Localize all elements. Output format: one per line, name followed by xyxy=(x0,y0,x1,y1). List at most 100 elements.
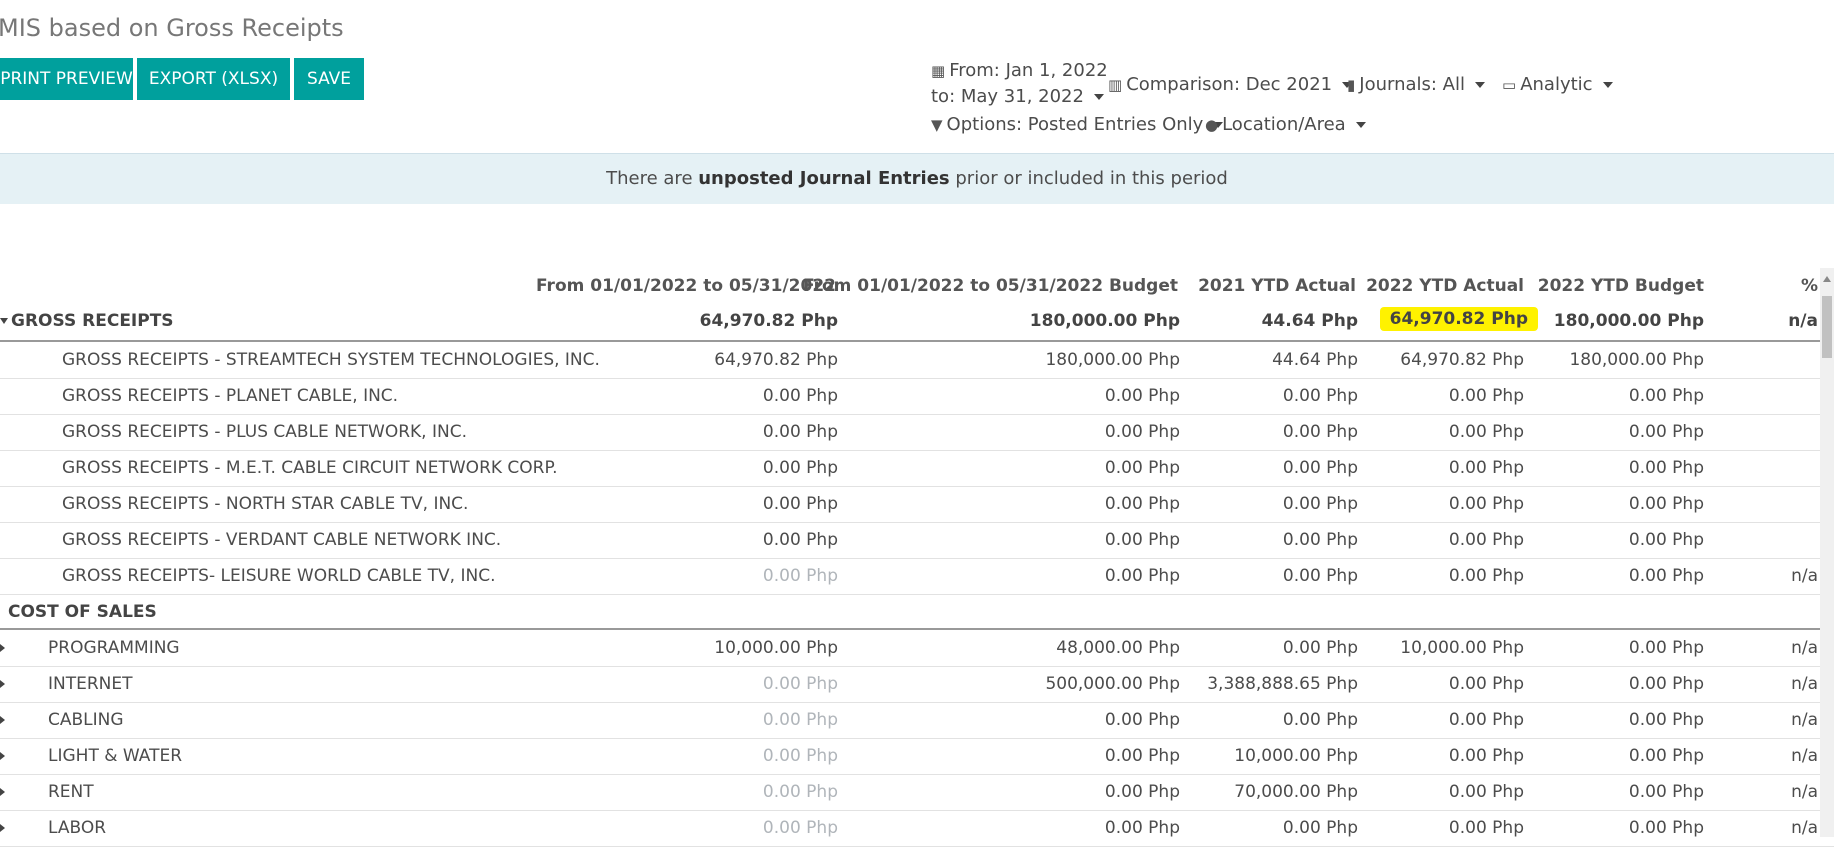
location-filter[interactable]: ● Location/Area xyxy=(1205,114,1366,135)
cell: 0.00 Php xyxy=(762,422,838,442)
cell: 0.00 Php xyxy=(762,530,838,550)
cell: 44.64 Php xyxy=(1261,311,1358,331)
export-xlsx-button[interactable]: EXPORT (XLSX) xyxy=(137,58,290,100)
location-label: Location/Area xyxy=(1222,114,1346,135)
cell: 0.00 Php xyxy=(762,710,838,730)
cell: 180,000.00 Php xyxy=(1045,350,1180,370)
date-filter-to[interactable]: to: May 31, 2022 xyxy=(931,86,1104,107)
cell: n/a xyxy=(1791,566,1818,586)
cell: 0.00 Php xyxy=(1448,422,1524,442)
cell: 0.00 Php xyxy=(1282,458,1358,478)
caret-right-icon[interactable] xyxy=(0,716,5,724)
scrollbar-thumb[interactable] xyxy=(1822,296,1832,358)
divider xyxy=(0,594,1834,595)
cell: 64,970.82 Php xyxy=(714,350,838,370)
filter-icon: ▼ xyxy=(931,115,943,134)
cell: n/a xyxy=(1791,746,1818,766)
cell: 0.00 Php xyxy=(1282,638,1358,658)
cell: 0.00 Php xyxy=(1448,782,1524,802)
cell: 0.00 Php xyxy=(1104,782,1180,802)
cell: 180,000.00 Php xyxy=(1553,311,1704,331)
cell: 0.00 Php xyxy=(1628,638,1704,658)
journals-filter[interactable]: ▮ Journals: All xyxy=(1347,74,1485,95)
cell: 44.64 Php xyxy=(1272,350,1358,370)
cell: 0.00 Php xyxy=(1448,674,1524,694)
row-label: INTERNET xyxy=(48,674,133,694)
cell: 0.00 Php xyxy=(762,386,838,406)
divider xyxy=(0,774,1834,775)
cell: 0.00 Php xyxy=(1104,746,1180,766)
cell: 0.00 Php xyxy=(1448,494,1524,514)
cell: 0.00 Php xyxy=(1628,710,1704,730)
cell: 48,000.00 Php xyxy=(1056,638,1180,658)
cell: 0.00 Php xyxy=(1448,530,1524,550)
cell: 0.00 Php xyxy=(1628,530,1704,550)
divider xyxy=(0,450,1834,451)
date-from-label: From: Jan 1, 2022 xyxy=(949,60,1108,81)
cell: 0.00 Php xyxy=(762,566,838,586)
cell: 3,388,888.65 Php xyxy=(1207,674,1358,694)
folder-open-icon: ▭ xyxy=(1502,75,1517,94)
section-title: GROSS RECEIPTS xyxy=(11,311,174,331)
row-label: GROSS RECEIPTS - PLANET CABLE, INC. xyxy=(62,386,399,406)
divider xyxy=(0,340,1834,342)
cell: 0.00 Php xyxy=(1448,458,1524,478)
row-label: GROSS RECEIPTS - PLUS CABLE NETWORK, INC… xyxy=(62,422,467,442)
section-title: COST OF SALES xyxy=(8,602,157,622)
row-label: GROSS RECEIPTS- LEISURE WORLD CABLE TV, … xyxy=(62,566,496,586)
vertical-scrollbar[interactable] xyxy=(1820,268,1834,837)
analytic-filter[interactable]: ▭ Analytic xyxy=(1502,74,1613,95)
col-header-2022-ytd-budget: 2022 YTD Budget xyxy=(1537,276,1704,296)
cell: 0.00 Php xyxy=(1448,566,1524,586)
row-label: GROSS RECEIPTS - STREAMTECH SYSTEM TECHN… xyxy=(62,350,600,370)
unposted-entries-link[interactable]: unposted Journal Entries xyxy=(698,168,949,189)
row-label: GROSS RECEIPTS - M.E.T. CABLE CIRCUIT NE… xyxy=(62,458,558,478)
date-filter-from[interactable]: ▦ From: Jan 1, 2022 xyxy=(931,60,1108,81)
cell: 0.00 Php xyxy=(1448,710,1524,730)
cell: 0.00 Php xyxy=(762,746,838,766)
cell: 10,000.00 Php xyxy=(1400,638,1524,658)
cell: 10,000.00 Php xyxy=(714,638,838,658)
cell: 0.00 Php xyxy=(1282,530,1358,550)
scroll-up-icon[interactable] xyxy=(1823,276,1831,282)
cell: 0.00 Php xyxy=(1628,746,1704,766)
chevron-down-icon xyxy=(1602,81,1613,88)
cell: 0.00 Php xyxy=(1104,494,1180,514)
caret-right-icon[interactable] xyxy=(0,824,5,832)
comparison-filter[interactable]: ▥ Comparison: Dec 2021 xyxy=(1108,74,1353,95)
bar-chart-icon: ▥ xyxy=(1108,75,1123,94)
cell: n/a xyxy=(1791,674,1818,694)
cell: 64,970.82 Php xyxy=(699,311,838,331)
chevron-down-icon xyxy=(1475,81,1485,88)
cell: 0.00 Php xyxy=(762,494,838,514)
caret-right-icon[interactable] xyxy=(0,788,5,796)
caret-right-icon[interactable] xyxy=(0,680,5,688)
divider xyxy=(0,486,1834,487)
divider xyxy=(0,702,1834,703)
cell: 0.00 Php xyxy=(1628,674,1704,694)
cell: 64,970.82 Php xyxy=(1400,350,1524,370)
cell: n/a xyxy=(1791,710,1818,730)
divider xyxy=(0,628,1834,630)
row-label: CABLING xyxy=(48,710,124,730)
save-button[interactable]: SAVE xyxy=(294,58,364,100)
divider xyxy=(0,666,1834,667)
cell: 0.00 Php xyxy=(1282,566,1358,586)
page-title: MIS based on Gross Receipts xyxy=(0,14,344,42)
cell: n/a xyxy=(1788,311,1818,331)
cell: 500,000.00 Php xyxy=(1045,674,1180,694)
caret-right-icon[interactable] xyxy=(0,644,5,652)
cell: 180,000.00 Php xyxy=(1029,311,1180,331)
cell: 0.00 Php xyxy=(1628,422,1704,442)
cell: 0.00 Php xyxy=(1282,422,1358,442)
divider xyxy=(0,378,1834,379)
toolbar: PRINT PREVIEW EXPORT (XLSX) SAVE xyxy=(0,58,364,100)
cell: 0.00 Php xyxy=(1282,818,1358,838)
map-marker-icon: ● xyxy=(1205,115,1219,134)
cell: 0.00 Php xyxy=(1282,710,1358,730)
row-label: RENT xyxy=(48,782,94,802)
options-filter[interactable]: ▼ Options: Posted Entries Only xyxy=(931,114,1224,135)
cell: n/a xyxy=(1791,818,1818,838)
caret-right-icon[interactable] xyxy=(0,752,5,760)
print-preview-button[interactable]: PRINT PREVIEW xyxy=(0,58,133,100)
